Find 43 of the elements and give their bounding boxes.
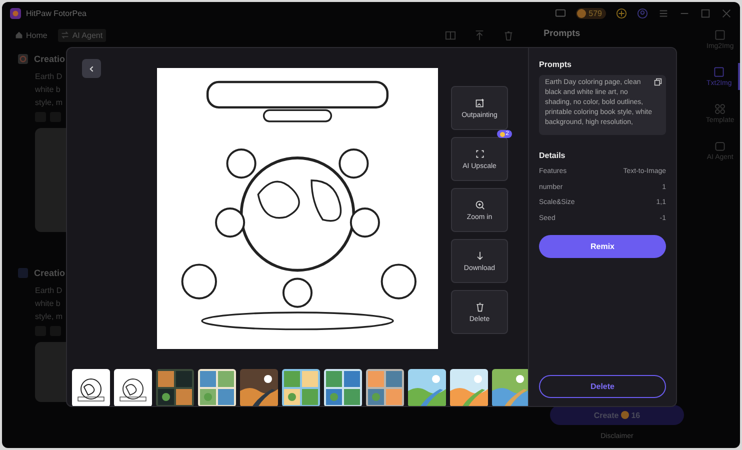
- add-icon[interactable]: [616, 8, 627, 18]
- close-icon[interactable]: [721, 8, 732, 18]
- nav-button[interactable]: Home: [12, 28, 50, 42]
- prompt-text: white b: [35, 84, 60, 96]
- image-icon: [713, 66, 726, 78]
- delete-button[interactable]: Delete: [539, 375, 666, 398]
- window-title: HitPaw FotorPea: [26, 8, 86, 18]
- user-icon[interactable]: [637, 8, 648, 18]
- prompt-text: Earth D: [35, 285, 62, 297]
- coin-icon: [576, 8, 586, 18]
- back-icon: [88, 64, 96, 72]
- back-button[interactable]: [82, 59, 101, 78]
- chat-icon[interactable]: [554, 8, 566, 18]
- creation-title: Creatio: [34, 54, 66, 64]
- zoom-icon: [474, 200, 484, 210]
- menu-icon[interactable]: [658, 8, 669, 18]
- maximize-icon[interactable]: [700, 8, 711, 18]
- prompt-text: style, m: [35, 97, 63, 109]
- outpaint-icon: [474, 98, 484, 108]
- copy-icon[interactable]: [654, 78, 662, 86]
- panel-title: Prompts: [544, 28, 582, 38]
- image-icon: [714, 29, 726, 41]
- grid-icon: [714, 103, 726, 115]
- download-icon: [474, 250, 484, 260]
- creation-title: Creatio: [34, 268, 66, 278]
- upscale-icon: [474, 148, 484, 158]
- upload-icon[interactable]: [474, 30, 485, 40]
- compare-icon[interactable]: [444, 30, 456, 40]
- nav-button[interactable]: AI Agent: [58, 28, 106, 42]
- delete-icon: [474, 302, 484, 312]
- coin-balance[interactable]: 579: [576, 8, 606, 18]
- section-title: Prompts: [539, 60, 572, 69]
- prompt-text: white b: [35, 298, 60, 310]
- trash-icon[interactable]: [502, 30, 514, 40]
- prompt-text: style, m: [35, 311, 63, 323]
- remix-button[interactable]: Remix: [539, 235, 666, 258]
- swap-icon: [61, 31, 70, 39]
- home-icon: [15, 31, 23, 39]
- prompt-text: Earth D: [35, 71, 62, 83]
- section-title: Details: [539, 151, 566, 160]
- app-logo-icon: [10, 8, 21, 18]
- coin-icon: [500, 132, 505, 136]
- coin-icon: [620, 411, 629, 420]
